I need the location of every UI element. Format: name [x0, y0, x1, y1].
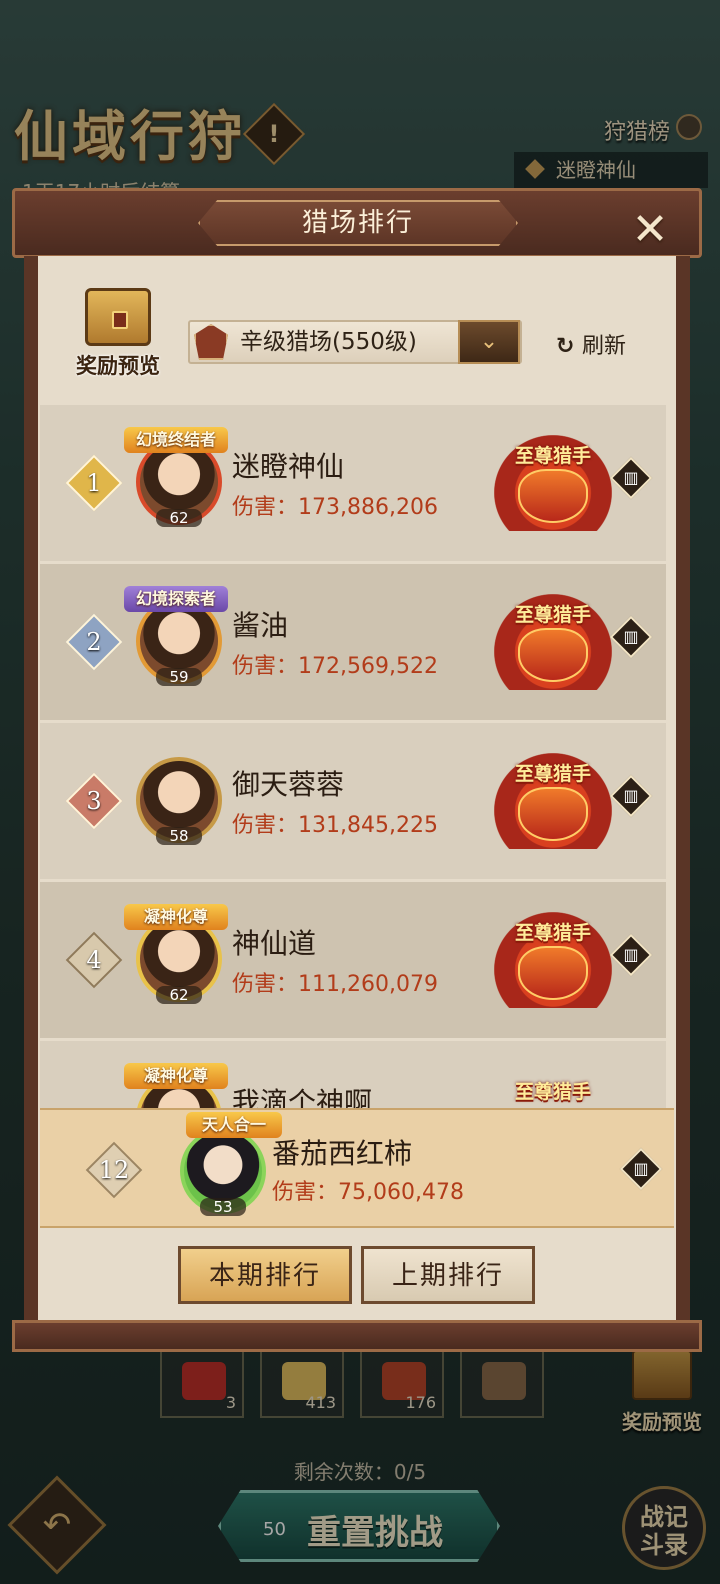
player-damage: 伤害：75,060,478 — [272, 1180, 464, 1205]
player-title-tag: 天人合一 — [186, 1112, 282, 1138]
ranking-row[interactable]: 3 58 御天蓉蓉 伤害：131,845,225 至尊猎手 ▥ — [40, 723, 666, 879]
modal-footer-bar — [12, 1320, 702, 1352]
hunter-badge-label: 至尊猎手 — [514, 604, 591, 626]
bar-chart-icon: ▥ — [623, 468, 639, 487]
bar-chart-icon: ▥ — [633, 1159, 649, 1178]
arena-select[interactable]: 辛级猎场(550级) ⌄ — [188, 320, 522, 364]
player-name: 我滴个神啊 — [232, 1086, 373, 1108]
reward-preview-button[interactable]: 奖励预览 — [66, 288, 170, 380]
hunter-badge-label: 至尊猎手 — [514, 1081, 591, 1103]
reward-preview-label: 奖励预览 — [76, 354, 160, 378]
stats-button[interactable]: ▥ — [609, 933, 653, 977]
player-name: 迷瞪神仙 — [232, 450, 345, 483]
player-title-tag: 幻境探索者 — [124, 586, 228, 612]
player-damage: 伤害：173,886,206 — [232, 495, 438, 520]
ranking-row[interactable]: 2 59 幻境探索者 酱油 伤害：172,569,522 至尊猎手 ▥ — [40, 564, 666, 720]
rank-number: 3 — [86, 787, 102, 815]
avatar-level: 62 — [156, 986, 202, 1004]
ranking-row[interactable]: 4 62 凝神化尊 神仙道 伤害：111,260,079 至尊猎手 ▥ — [40, 882, 666, 1038]
avatar-level: 58 — [156, 827, 202, 845]
ranking-row[interactable]: 凝神化尊 我滴个神啊 至尊猎手 — [40, 1041, 666, 1108]
player-title-tag: 凝神化尊 — [124, 1063, 228, 1089]
tab-previous-ranking[interactable]: 上期排行 — [361, 1246, 535, 1304]
arena-selected-value: 辛级猎场(550级) — [240, 329, 417, 355]
refresh-button[interactable]: ↻ 刷新 — [556, 328, 626, 360]
player-damage: 伤害：172,569,522 — [232, 654, 438, 679]
player-damage: 伤害：111,260,079 — [232, 972, 438, 997]
close-icon[interactable]: ✕ — [624, 204, 676, 256]
beast-mask-icon — [518, 946, 588, 1000]
stats-button[interactable]: ▥ — [619, 1147, 663, 1191]
chest-icon — [85, 288, 151, 346]
arena-emblem-icon — [194, 324, 228, 360]
hunter-badge-label: 至尊猎手 — [514, 445, 591, 467]
refresh-label: 刷新 — [582, 334, 627, 359]
bar-chart-icon: ▥ — [623, 786, 639, 805]
avatar-level: 62 — [156, 509, 202, 527]
avatar-level: 53 — [200, 1198, 246, 1216]
bar-chart-icon: ▥ — [623, 945, 639, 964]
rank-number: 1 — [86, 469, 102, 497]
rank-number: 4 — [86, 946, 102, 974]
my-ranking-row[interactable]: 12 53 天人合一 番茄西红柿 伤害：75,060,478 ▥ — [40, 1108, 674, 1228]
beast-mask-icon — [518, 628, 588, 682]
ranking-row[interactable]: 1 62 幻境终结者 迷瞪神仙 伤害：173,886,206 至尊猎手 ▥ — [40, 405, 666, 561]
beast-mask-icon — [518, 469, 588, 523]
beast-mask-icon — [518, 787, 588, 841]
avatar-level: 59 — [156, 668, 202, 686]
rank-number: 12 — [98, 1156, 130, 1184]
modal-title: 猎场排行 — [301, 208, 414, 238]
player-title-tag: 幻境终结者 — [124, 427, 228, 453]
player-name: 御天蓉蓉 — [232, 768, 345, 801]
player-title-tag: 凝神化尊 — [124, 904, 228, 930]
bar-chart-icon: ▥ — [623, 627, 639, 646]
hunter-badge-label: 至尊猎手 — [514, 763, 591, 785]
stats-button[interactable]: ▥ — [609, 456, 653, 500]
hunter-badge-label: 至尊猎手 — [514, 922, 591, 944]
player-damage: 伤害：131,845,225 — [232, 813, 438, 838]
player-name: 酱油 — [232, 609, 289, 642]
refresh-icon: ↻ — [556, 334, 575, 359]
player-name: 番茄西红柿 — [272, 1137, 413, 1170]
player-name: 神仙道 — [232, 927, 317, 960]
tab-current-ranking[interactable]: 本期排行 — [178, 1246, 352, 1304]
stats-button[interactable]: ▥ — [609, 615, 653, 659]
stats-button[interactable]: ▥ — [609, 774, 653, 818]
chevron-down-icon[interactable]: ⌄ — [458, 320, 520, 364]
rank-number: 2 — [86, 628, 102, 656]
